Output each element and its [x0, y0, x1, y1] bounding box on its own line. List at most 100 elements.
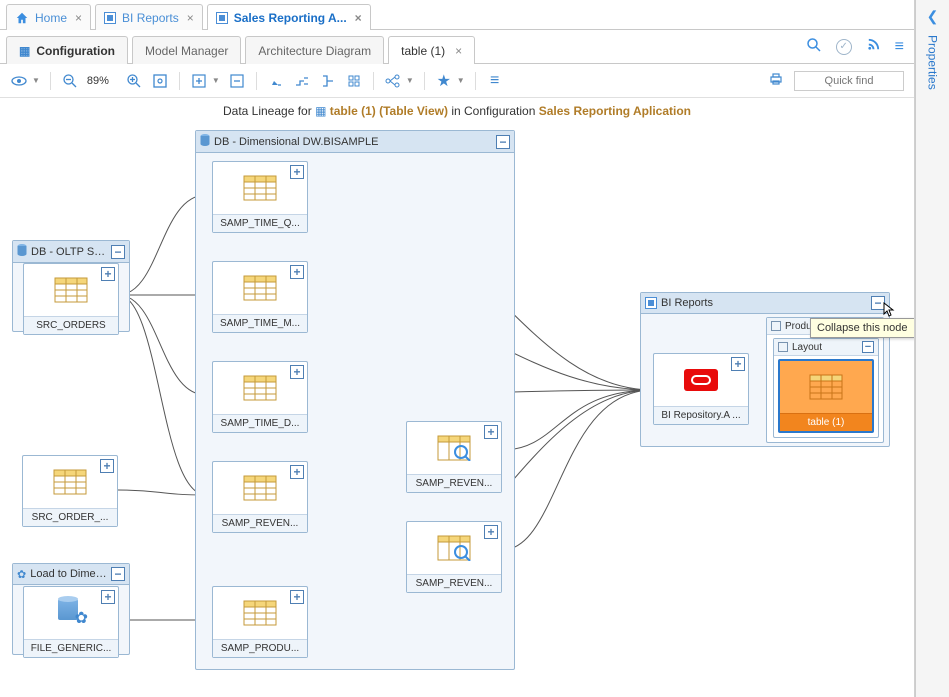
zoom-in-icon[interactable] — [125, 72, 143, 90]
expand-button[interactable]: + — [484, 425, 498, 439]
properties-label[interactable]: Properties — [926, 35, 940, 90]
node-samp-time-q[interactable]: + SAMP_TIME_Q... — [212, 161, 308, 233]
add-icon[interactable] — [190, 72, 208, 90]
subtab-architecture[interactable]: Architecture Diagram — [245, 36, 384, 64]
collapse-button[interactable]: − — [862, 341, 874, 353]
zoom-out-icon[interactable] — [61, 72, 79, 90]
chevron-left-icon[interactable]: ❮ — [927, 8, 939, 25]
node-bi-repository[interactable]: + BI Repository.A ... — [653, 353, 749, 425]
table-icon: ▦ — [315, 104, 326, 118]
layout-icon[interactable] — [384, 72, 402, 90]
subtab-configuration[interactable]: ▦ Configuration — [6, 36, 128, 64]
tab-bi-reports[interactable]: BI Reports × — [95, 4, 203, 30]
home-icon — [15, 11, 29, 25]
expand-button[interactable]: + — [100, 459, 114, 473]
tab-sales-reporting[interactable]: Sales Reporting A... × — [207, 4, 371, 30]
tooltip: Collapse this node — [810, 318, 914, 338]
highlight-icon[interactable] — [267, 72, 285, 90]
node-samp-reven[interactable]: + SAMP_REVEN... — [212, 461, 308, 533]
node-label: SAMP_PRODU... — [213, 639, 307, 657]
subgroup-layout: Layout − table (1) — [773, 338, 879, 438]
subtab-label: Architecture Diagram — [258, 44, 371, 58]
close-icon[interactable]: × — [75, 11, 82, 25]
expand-button[interactable]: + — [484, 525, 498, 539]
quick-find-input[interactable] — [794, 71, 904, 91]
search-icon[interactable] — [806, 37, 822, 57]
validate-icon[interactable]: ✓ — [836, 39, 852, 55]
expand-button[interactable]: + — [290, 590, 304, 604]
menu-icon[interactable]: ≡ — [895, 38, 904, 56]
node-file-generic[interactable]: + ✿ FILE_GENERIC... — [23, 586, 119, 658]
collapse-button[interactable]: − — [111, 245, 125, 259]
node-table-1[interactable]: table (1) — [778, 359, 874, 433]
view-icon — [437, 535, 471, 561]
dropdown-icon[interactable]: ▼ — [457, 76, 465, 85]
expand-button[interactable]: + — [290, 465, 304, 479]
tab-home[interactable]: Home × — [6, 4, 91, 30]
expand-button[interactable]: + — [290, 165, 304, 179]
lineage-object-link[interactable]: table (1) (Table View) — [330, 104, 448, 118]
close-icon[interactable]: × — [455, 44, 462, 58]
print-icon[interactable] — [768, 71, 784, 90]
node-samp-produ[interactable]: + SAMP_PRODU... — [212, 586, 308, 658]
group-title: Load to Dimen... — [30, 568, 107, 580]
node-samp-reven-view1[interactable]: + SAMP_REVEN... — [406, 421, 502, 493]
group-oltp: DB - OLTP So... − + SRC_ORDERS — [12, 240, 130, 332]
close-icon[interactable]: × — [187, 11, 194, 25]
expand-button[interactable]: + — [101, 267, 115, 281]
collapse-button[interactable]: − — [496, 135, 510, 149]
node-label: SAMP_TIME_D... — [213, 414, 307, 432]
fit-icon[interactable] — [151, 72, 169, 90]
collapse-button[interactable]: − — [871, 296, 885, 310]
dropdown-icon[interactable]: ▼ — [212, 76, 220, 85]
diagram-canvas[interactable]: DB - OLTP So... − + SRC_ORDERS + SRC_ — [0, 120, 914, 697]
rss-icon[interactable] — [866, 37, 881, 56]
impact-icon[interactable] — [319, 72, 337, 90]
dropdown-icon[interactable]: ▼ — [32, 76, 40, 85]
tab-label: Home — [35, 11, 67, 25]
dropdown-icon[interactable]: ▼ — [406, 76, 414, 85]
expand-all-icon[interactable] — [345, 72, 363, 90]
subtab-label: Model Manager — [145, 44, 228, 58]
expand-button[interactable]: + — [731, 357, 745, 371]
table-icon — [54, 277, 88, 303]
app-icon — [645, 297, 657, 309]
lineage-config-link[interactable]: Sales Reporting Aplication — [539, 104, 691, 118]
eye-icon[interactable] — [10, 72, 28, 90]
table-icon — [243, 375, 277, 401]
subtab-label: Configuration — [36, 44, 115, 58]
node-src-order[interactable]: + SRC_ORDER_... — [22, 455, 118, 527]
star-icon[interactable]: ★ — [435, 72, 453, 90]
remove-icon[interactable] — [228, 72, 246, 90]
collapse-button[interactable]: − — [111, 567, 125, 581]
view-icon — [437, 435, 471, 461]
expand-button[interactable]: + — [290, 265, 304, 279]
node-samp-time-m[interactable]: + SAMP_TIME_M... — [212, 261, 308, 333]
lineage-title: Data Lineage for ▦ table (1) (Table View… — [0, 98, 914, 120]
tab-label: Sales Reporting A... — [234, 11, 347, 25]
group-title: DB - Dimensional DW.BISAMPLE — [214, 136, 492, 148]
top-tabs: Home × BI Reports × Sales Reporting A...… — [0, 0, 914, 30]
list-icon[interactable]: ≡ — [486, 72, 504, 90]
node-src-orders[interactable]: + SRC_ORDERS — [23, 263, 119, 335]
group-etl: ✿ Load to Dimen... − + ✿ FILE_GENERIC... — [12, 563, 130, 655]
node-label: SRC_ORDER_... — [23, 508, 117, 526]
properties-panel[interactable]: ❮ Properties — [915, 0, 949, 697]
node-samp-reven-view2[interactable]: + SAMP_REVEN... — [406, 521, 502, 593]
app-icon — [216, 12, 228, 24]
expand-button[interactable]: + — [101, 590, 115, 604]
subtab-model-manager[interactable]: Model Manager — [132, 36, 241, 64]
close-icon[interactable]: × — [355, 11, 362, 25]
node-samp-time-d[interactable]: + SAMP_TIME_D... — [212, 361, 308, 433]
diagram-toolbar: ▼ 89% ▼ — [0, 64, 914, 98]
subtab-table1[interactable]: table (1) × — [388, 36, 475, 64]
database-icon — [17, 244, 27, 259]
group-title: BI Reports — [661, 297, 867, 309]
group-bi-reports: BI Reports − + BI Repository.A ... Produ… — [640, 292, 890, 447]
group-dimensional: DB - Dimensional DW.BISAMPLE − + SAMP_TI… — [195, 130, 515, 670]
expand-button[interactable]: + — [290, 365, 304, 379]
node-label: SAMP_TIME_M... — [213, 314, 307, 332]
gear-icon: ✿ — [17, 568, 26, 581]
lineage-icon[interactable] — [293, 72, 311, 90]
table-view-icon — [809, 374, 843, 400]
